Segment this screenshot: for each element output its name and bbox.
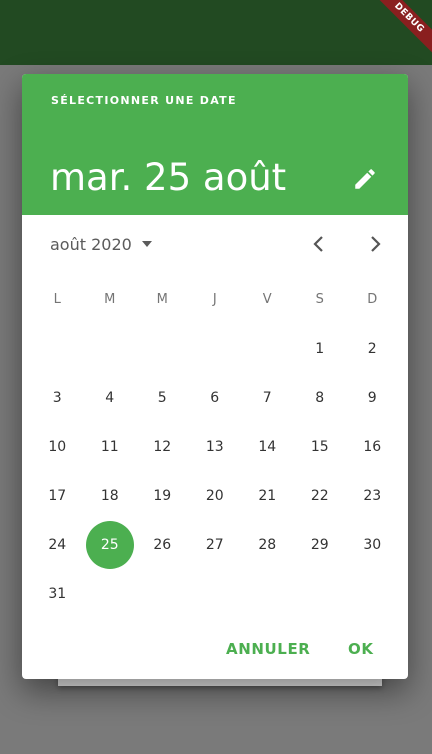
day-cell[interactable]: 15 xyxy=(294,422,347,471)
calendar-week: 3 4 5 6 7 8 9 xyxy=(31,373,399,422)
calendar-week: 1 2 xyxy=(31,324,399,373)
weekday-label: S xyxy=(315,292,324,307)
empty-cell xyxy=(31,324,84,373)
day-cell[interactable]: 3 xyxy=(31,373,84,422)
day-cell[interactable]: 26 xyxy=(136,520,189,569)
calendar-week: 24 25 26 27 28 29 30 xyxy=(31,520,399,569)
day-cell[interactable]: 28 xyxy=(241,520,294,569)
empty-cell xyxy=(84,324,137,373)
weekday-label: M xyxy=(104,292,116,307)
previous-month-button[interactable] xyxy=(307,232,331,256)
dialog-actions: ANNULER OK xyxy=(22,634,408,664)
empty-cell xyxy=(136,324,189,373)
day-cell[interactable]: 10 xyxy=(31,422,84,471)
day-cell[interactable]: 13 xyxy=(189,422,242,471)
calendar-week: 17 18 19 20 21 22 23 xyxy=(31,471,399,520)
day-cell[interactable]: 14 xyxy=(241,422,294,471)
day-cell[interactable]: 27 xyxy=(189,520,242,569)
day-cell[interactable]: 19 xyxy=(136,471,189,520)
debug-banner-label: DEBUG xyxy=(372,0,432,56)
day-cell[interactable]: 20 xyxy=(189,471,242,520)
day-cell[interactable]: 22 xyxy=(294,471,347,520)
dialog-header: SÉLECTIONNER UNE DATE mar. 25 août xyxy=(22,74,408,215)
day-cell[interactable]: 18 xyxy=(84,471,137,520)
empty-cell xyxy=(136,569,189,618)
empty-cell xyxy=(241,324,294,373)
weekday-label: V xyxy=(262,292,272,307)
caret-down-icon xyxy=(141,241,152,247)
day-cell[interactable]: 8 xyxy=(294,373,347,422)
selected-day-label: 25 xyxy=(85,520,134,569)
weekday-label: L xyxy=(53,292,61,307)
month-year-picker[interactable]: août 2020 xyxy=(50,229,153,259)
day-cell[interactable]: 16 xyxy=(346,422,399,471)
day-cell[interactable]: 9 xyxy=(346,373,399,422)
day-cell[interactable]: 29 xyxy=(294,520,347,569)
weekday-label: J xyxy=(212,292,217,307)
month-navigation: août 2020 xyxy=(22,229,408,259)
chevron-right-icon xyxy=(371,236,381,252)
day-cell[interactable]: 24 xyxy=(31,520,84,569)
day-cell[interactable]: 12 xyxy=(136,422,189,471)
day-cell[interactable]: 5 xyxy=(136,373,189,422)
selected-day-cell[interactable]: 25 xyxy=(84,520,137,569)
day-cell[interactable]: 21 xyxy=(241,471,294,520)
cancel-button[interactable]: ANNULER xyxy=(218,634,318,664)
edit-date-button[interactable] xyxy=(352,166,378,192)
calendar-week: 10 11 12 13 14 15 16 xyxy=(31,422,399,471)
day-cell[interactable]: 30 xyxy=(346,520,399,569)
day-cell[interactable]: 31 xyxy=(31,569,84,618)
empty-cell xyxy=(346,569,399,618)
calendar-grid: L M M J V S D 1 2 3 4 5 6 7 8 9 10 11 12… xyxy=(31,275,399,618)
day-cell[interactable]: 1 xyxy=(294,324,347,373)
weekday-label: M xyxy=(156,292,168,307)
weekday-label: D xyxy=(367,292,378,307)
chevron-left-icon xyxy=(313,236,323,252)
empty-cell xyxy=(189,324,242,373)
calendar-week: 31 xyxy=(31,569,399,618)
day-cell[interactable]: 7 xyxy=(241,373,294,422)
day-cell[interactable]: 2 xyxy=(346,324,399,373)
empty-cell xyxy=(84,569,137,618)
day-cell[interactable]: 4 xyxy=(84,373,137,422)
day-cell[interactable]: 11 xyxy=(84,422,137,471)
month-year-label: août 2020 xyxy=(50,234,132,254)
day-cell[interactable]: 17 xyxy=(31,471,84,520)
weekday-header: L M M J V S D xyxy=(31,275,399,324)
empty-cell xyxy=(241,569,294,618)
pencil-icon xyxy=(355,169,375,189)
help-text: SÉLECTIONNER UNE DATE xyxy=(51,94,237,107)
day-cell[interactable]: 6 xyxy=(189,373,242,422)
date-picker-dialog: SÉLECTIONNER UNE DATE mar. 25 août août … xyxy=(22,74,408,679)
selected-date-display: mar. 25 août xyxy=(50,156,287,199)
app-bar xyxy=(0,0,432,65)
empty-cell xyxy=(189,569,242,618)
ok-button[interactable]: OK xyxy=(340,634,382,664)
debug-banner: DEBUG xyxy=(372,0,432,60)
next-month-button[interactable] xyxy=(363,232,387,256)
empty-cell xyxy=(294,569,347,618)
day-cell[interactable]: 23 xyxy=(346,471,399,520)
